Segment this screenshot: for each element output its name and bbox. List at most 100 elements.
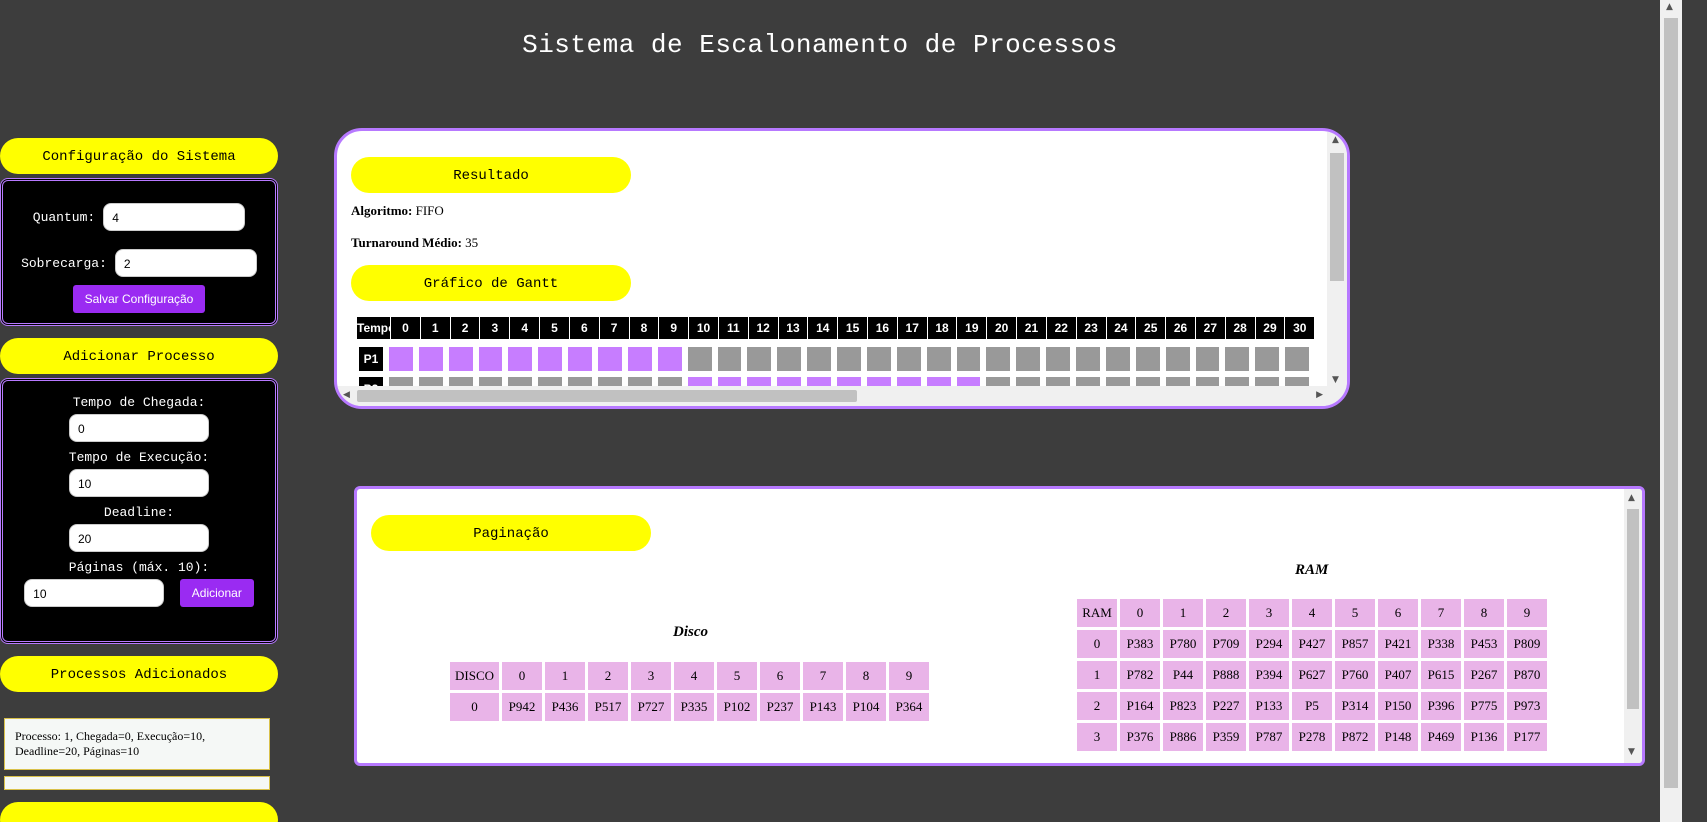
result-horizontal-scrollbar[interactable]: ◀ ▶ [337, 386, 1347, 406]
gantt-time-tick: 3 [480, 317, 511, 339]
ram-cell: P376 [1120, 723, 1160, 751]
ram-table: RAM 0 1 2 3 4 5 6 7 8 9 0 P383 P780 P709 P294 P427 P857 P4… [1074, 596, 1550, 754]
scroll-thumb[interactable] [1330, 153, 1344, 281]
gantt-exec-cell [627, 347, 652, 371]
gantt-wait-cell [1105, 347, 1130, 371]
page-title: Sistema de Escalonamento de Processos [522, 30, 1118, 60]
disk-column-header: 7 [803, 662, 844, 690]
gantt-time-tick: 21 [1017, 317, 1047, 339]
scroll-right-icon[interactable]: ▶ [1316, 390, 1323, 400]
gantt-exec-cell [568, 347, 592, 371]
pages-input[interactable]: 10 [24, 579, 165, 607]
disk-cell: P436 [545, 693, 586, 721]
disk-cell: P104 [846, 693, 887, 721]
result-panel: Resultado Algoritmo: FIFO Turnaround Méd… [334, 128, 1350, 409]
gantt-process-label: P1 [359, 347, 383, 371]
disk-cell: P364 [889, 693, 930, 721]
ram-cell: P823 [1163, 692, 1203, 720]
ram-cell: P780 [1163, 630, 1203, 658]
gantt-time-tick: 27 [1195, 317, 1226, 339]
algorithm-label: Algoritmo: [351, 203, 413, 218]
ram-cell: P427 [1292, 630, 1332, 658]
ram-column-header: 5 [1335, 599, 1375, 627]
process-list-item-empty [4, 776, 270, 790]
save-config-button[interactable]: Salvar Configuração [72, 285, 206, 313]
gantt-time-tick: 18 [927, 317, 958, 339]
ram-cell: P407 [1378, 661, 1418, 689]
gantt-exec-cell [598, 347, 622, 371]
quantum-input[interactable]: 4 [103, 203, 246, 231]
add-process-button[interactable]: Adicionar [179, 579, 254, 607]
gantt-wait-cell [717, 347, 742, 371]
ram-header-row: RAM 0 1 2 3 4 5 6 7 8 9 [1077, 599, 1547, 627]
gantt-time-tick: 6 [569, 317, 600, 339]
ram-cell: P294 [1249, 630, 1289, 658]
ram-cell: P886 [1163, 723, 1203, 751]
ram-cell: P164 [1120, 692, 1160, 720]
gantt-time-tick: 15 [838, 317, 868, 339]
gantt-time-tick: 30 [1285, 317, 1316, 339]
gantt-wait-cell [1255, 347, 1280, 371]
ram-cell: P227 [1206, 692, 1246, 720]
ram-title: RAM [1295, 562, 1329, 578]
gantt-time-tick: 17 [897, 317, 928, 339]
add-process-header: Adicionar Processo [0, 338, 278, 374]
gantt-time-tick: 12 [748, 317, 779, 339]
scroll-down-icon[interactable]: ▼ [1332, 375, 1339, 385]
gantt-wait-cell [1285, 347, 1309, 371]
gantt-time-tick: 11 [718, 317, 749, 339]
scroll-up-icon[interactable]: ▲ [1628, 493, 1635, 503]
disk-cell: P517 [588, 693, 629, 721]
gantt-exec-cell [657, 347, 682, 371]
ram-cell: P870 [1507, 661, 1547, 689]
disk-row: 0 P942 P436 P517 P727 P335 P102 P237 P143 P104 P36… [450, 693, 930, 721]
ram-row-index: 3 [1077, 723, 1117, 751]
deadline-input[interactable]: 20 [69, 524, 209, 552]
turnaround-value: 35 [465, 235, 479, 250]
gantt-exec-cell [388, 347, 413, 371]
scroll-up-icon[interactable]: ▲ [1666, 2, 1673, 12]
scroll-down-icon[interactable]: ▼ [1628, 747, 1635, 757]
ram-cell: P421 [1378, 630, 1418, 658]
scroll-up-icon[interactable]: ▲ [1332, 135, 1339, 145]
ram-row-index: 1 [1077, 661, 1117, 689]
ram-cell: P775 [1464, 692, 1504, 720]
scroll-left-icon[interactable]: ◀ [343, 390, 350, 400]
disk-column-header: 6 [760, 662, 801, 690]
gantt-time-tick: 23 [1076, 317, 1107, 339]
turnaround-label: Turnaround Médio: [351, 235, 462, 250]
ram-cell: P394 [1249, 661, 1289, 689]
gantt-process-row: P1 [357, 347, 1315, 371]
ram-cell: P627 [1292, 661, 1332, 689]
arrival-input[interactable]: 0 [69, 414, 209, 442]
ram-cell: P383 [1120, 630, 1160, 658]
scroll-thumb[interactable] [1627, 509, 1639, 709]
gantt-time-tick: 2 [450, 317, 481, 339]
exec-input[interactable]: 10 [69, 469, 209, 497]
gantt-chart: Tempo 0 1 2 3 4 5 6 7 8 9 10 11 12 13 14 15 16 17 18 19 20 21 2… [357, 317, 1316, 389]
result-vertical-scrollbar[interactable]: ▲ ▼ [1327, 131, 1347, 389]
paging-vertical-scrollbar[interactable]: ▲ ▼ [1624, 489, 1642, 763]
gantt-time-tick: 24 [1106, 317, 1137, 339]
scroll-thumb[interactable] [357, 390, 857, 402]
ram-cell: P267 [1464, 661, 1504, 689]
gantt-exec-cell [508, 347, 533, 371]
ram-column-header: 7 [1421, 599, 1461, 627]
ram-cell: P150 [1378, 692, 1418, 720]
ram-corner-cell: RAM [1077, 599, 1117, 627]
ram-cell: P973 [1507, 692, 1547, 720]
gantt-wait-cell [986, 347, 1011, 371]
disk-column-header: 5 [717, 662, 758, 690]
page-scroll-thumb[interactable] [1664, 18, 1678, 788]
ram-row-index: 2 [1077, 692, 1117, 720]
algorithm-line: Algoritmo: FIFO [351, 203, 1315, 219]
sobrecarga-input[interactable]: 2 [114, 249, 257, 277]
turnaround-line: Turnaround Médio: 35 [351, 235, 1315, 251]
gantt-wait-cell [926, 347, 951, 371]
gantt-time-tick: 25 [1136, 317, 1167, 339]
disk-column-header: 3 [631, 662, 672, 690]
gantt-wait-cell [807, 347, 831, 371]
gantt-time-tick: 29 [1255, 317, 1286, 339]
ram-cell: P396 [1421, 692, 1461, 720]
page-scrollbar[interactable]: ▲ [1660, 0, 1682, 822]
